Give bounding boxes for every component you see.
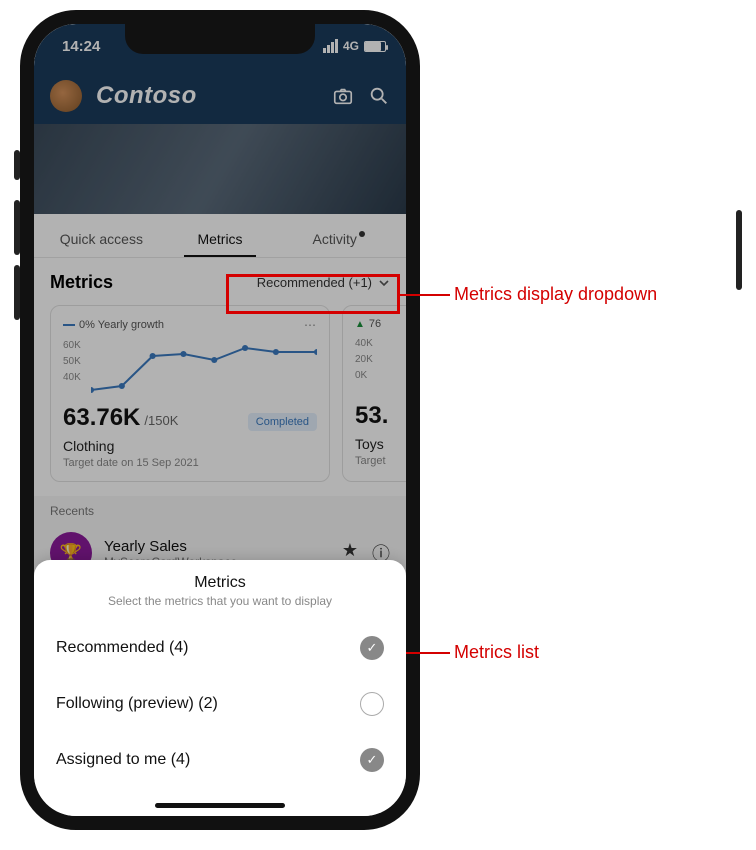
y-tick: 40K: [355, 336, 373, 352]
metrics-list-sheet: Metrics Select the metrics that you want…: [34, 560, 406, 816]
y-tick: 0K: [355, 368, 373, 384]
y-tick: 40K: [63, 370, 81, 386]
tab-metrics[interactable]: Metrics: [161, 231, 280, 257]
y-tick: 20K: [355, 352, 373, 368]
annotation-box-dropdown: [226, 274, 400, 314]
tab-activity-label: Activity: [313, 231, 357, 247]
banner-image: [34, 124, 406, 214]
sparkline-chart: 40K 20K 0K: [355, 336, 406, 396]
metric-value: 63.76K: [63, 404, 140, 431]
metric-value: 53.: [355, 402, 406, 430]
trend-indicator: 0% Yearly growth: [63, 319, 164, 331]
sheet-title: Metrics: [34, 574, 406, 592]
card-subtitle: Target: [355, 455, 406, 467]
option-recommended[interactable]: Recommended (4) ✓: [34, 620, 406, 676]
status-badge: Completed: [248, 413, 317, 431]
camera-icon[interactable]: [332, 85, 354, 107]
metric-target: /150K: [144, 413, 178, 428]
card-subtitle: Target date on 15 Sep 2021: [63, 457, 317, 469]
home-indicator[interactable]: [155, 803, 285, 808]
battery-icon: [364, 41, 386, 52]
option-label: Recommended (4): [56, 639, 189, 657]
annotation-text: Metrics list: [454, 642, 539, 663]
check-icon: ✓: [360, 748, 384, 772]
radio-empty-icon: [360, 692, 384, 716]
avatar[interactable]: [50, 80, 82, 112]
signal-icon: [323, 39, 338, 53]
annotation-line: [400, 294, 450, 296]
metric-card-clothing[interactable]: 0% Yearly growth ⋯ 60K 50K 40K: [50, 305, 330, 482]
check-icon: ✓: [360, 636, 384, 660]
section-title: Metrics: [50, 272, 113, 293]
sheet-subtitle: Select the metrics that you want to disp…: [34, 594, 406, 608]
activity-dot-icon: [359, 231, 365, 237]
search-icon[interactable]: [368, 85, 390, 107]
tab-bar: Quick access Metrics Activity: [34, 214, 406, 258]
y-tick: 50K: [63, 354, 81, 370]
annotation-text: Metrics display dropdown: [454, 284, 657, 305]
tab-activity[interactable]: Activity: [279, 231, 398, 257]
metrics-cards: 0% Yearly growth ⋯ 60K 50K 40K: [34, 299, 406, 496]
metric-card-toys[interactable]: 76 40K 20K 0K 53. Toys Target: [342, 305, 406, 482]
recents-label: Recents: [34, 496, 406, 522]
phone-frame: 14:24 4G Contoso Quick access Metrics Ac…: [20, 10, 420, 830]
status-network: 4G: [343, 39, 359, 53]
recent-title: Yearly Sales: [104, 538, 330, 555]
phone-notch: [125, 22, 315, 54]
option-label: Assigned to me (4): [56, 751, 190, 769]
status-time: 14:24: [62, 38, 100, 55]
option-label: Following (preview) (2): [56, 695, 218, 713]
option-following[interactable]: Following (preview) (2): [34, 676, 406, 732]
sparkline-chart: 60K 50K 40K: [63, 338, 317, 398]
option-assigned[interactable]: Assigned to me (4) ✓: [34, 732, 406, 788]
tab-quick-access[interactable]: Quick access: [42, 231, 161, 257]
app-header: Contoso: [34, 68, 406, 124]
card-title: Toys: [355, 436, 406, 452]
card-title: Clothing: [63, 438, 317, 454]
card-more-icon[interactable]: ⋯: [304, 318, 317, 332]
brand-title: Contoso: [96, 82, 318, 110]
y-tick: 60K: [63, 338, 81, 354]
annotation-line: [406, 652, 450, 654]
trend-indicator: 76: [355, 318, 406, 330]
